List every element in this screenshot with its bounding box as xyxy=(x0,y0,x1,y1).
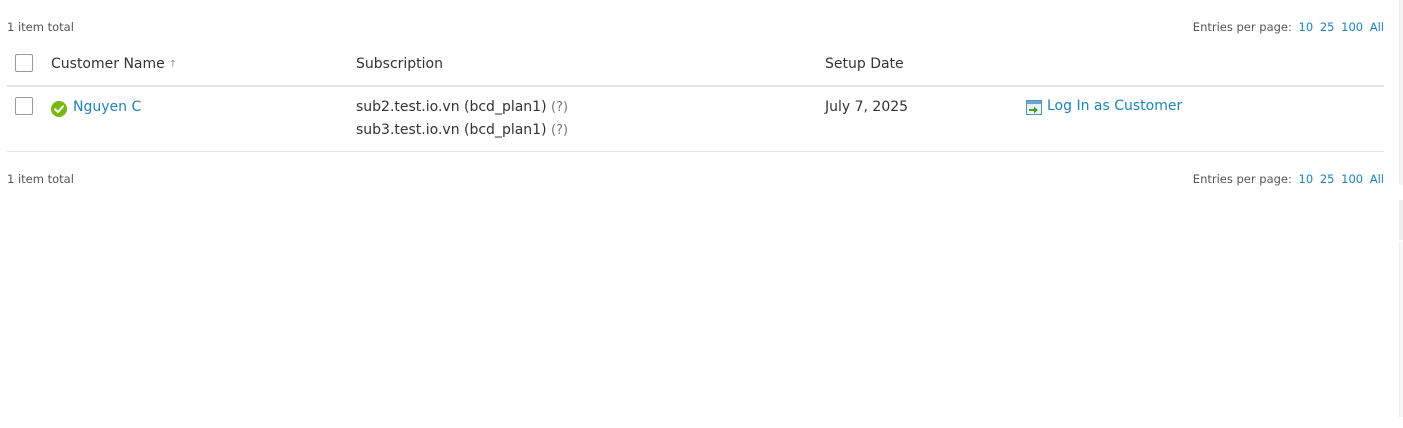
scrollbar-track[interactable] xyxy=(1399,0,1403,185)
subscription-item: sub2.test.io.vn (bcd_plan1) (?) xyxy=(356,96,568,119)
login-as-customer-button[interactable]: Log In as Customer xyxy=(1026,98,1183,115)
pager-bottom: 1 item total Entries per page: 10 25 100… xyxy=(7,172,1384,188)
entries-option-100[interactable]: 100 xyxy=(1341,20,1363,34)
table-header: Customer Name ↑ Subscription Setup Date xyxy=(7,44,1384,87)
column-header-customer-name[interactable]: Customer Name ↑ xyxy=(51,56,177,72)
sort-ascending-icon: ↑ xyxy=(168,59,178,70)
row-checkbox[interactable] xyxy=(15,97,33,115)
entries-per-page-label: Entries per page: xyxy=(1192,20,1292,34)
login-as-customer-icon xyxy=(1026,100,1042,115)
setup-date: July 7, 2025 xyxy=(825,99,909,115)
entries-per-page-label: Entries per page: xyxy=(1192,172,1292,186)
active-check-icon xyxy=(51,101,67,117)
entries-per-page: Entries per page: 10 25 100 All xyxy=(1193,172,1384,186)
subscription-item: sub3.test.io.vn (bcd_plan1) (?) xyxy=(356,119,568,142)
column-header-subscription: Subscription xyxy=(356,56,443,72)
entries-per-page: Entries per page: 10 25 100 All xyxy=(1193,20,1384,34)
subscription-text: sub3.test.io.vn (bcd_plan1) xyxy=(356,122,547,138)
scrollbar-thumb[interactable] xyxy=(1399,200,1403,240)
entries-option-10[interactable]: 10 xyxy=(1299,172,1314,186)
entries-option-all[interactable]: All xyxy=(1370,20,1384,34)
column-label: Customer Name xyxy=(51,56,165,72)
total-count: 1 item total xyxy=(7,172,74,186)
customers-page: 1 item total Entries per page: 10 25 100… xyxy=(0,0,1403,428)
scrollbar-track[interactable] xyxy=(1399,242,1403,417)
entries-option-25[interactable]: 25 xyxy=(1320,20,1335,34)
login-as-customer-label: Log In as Customer xyxy=(1047,98,1183,114)
entries-option-25[interactable]: 25 xyxy=(1320,172,1335,186)
subscription-list: sub2.test.io.vn (bcd_plan1) (?) sub3.tes… xyxy=(356,96,568,142)
entries-option-all[interactable]: All xyxy=(1370,172,1384,186)
entries-option-100[interactable]: 100 xyxy=(1341,172,1363,186)
entries-option-10[interactable]: 10 xyxy=(1299,20,1314,34)
customers-table: Customer Name ↑ Subscription Setup Date N… xyxy=(7,44,1384,152)
subscription-text: sub2.test.io.vn (bcd_plan1) xyxy=(356,99,547,115)
total-count: 1 item total xyxy=(7,20,74,34)
customer-name-link[interactable]: Nguyen C xyxy=(73,99,141,115)
help-icon[interactable]: (?) xyxy=(551,123,568,138)
help-icon[interactable]: (?) xyxy=(551,100,568,115)
select-all-checkbox[interactable] xyxy=(15,54,33,72)
pager-top: 1 item total Entries per page: 10 25 100… xyxy=(7,20,1384,36)
column-header-setup-date: Setup Date xyxy=(825,56,904,72)
table-row: Nguyen C sub2.test.io.vn (bcd_plan1) (?)… xyxy=(7,87,1384,152)
